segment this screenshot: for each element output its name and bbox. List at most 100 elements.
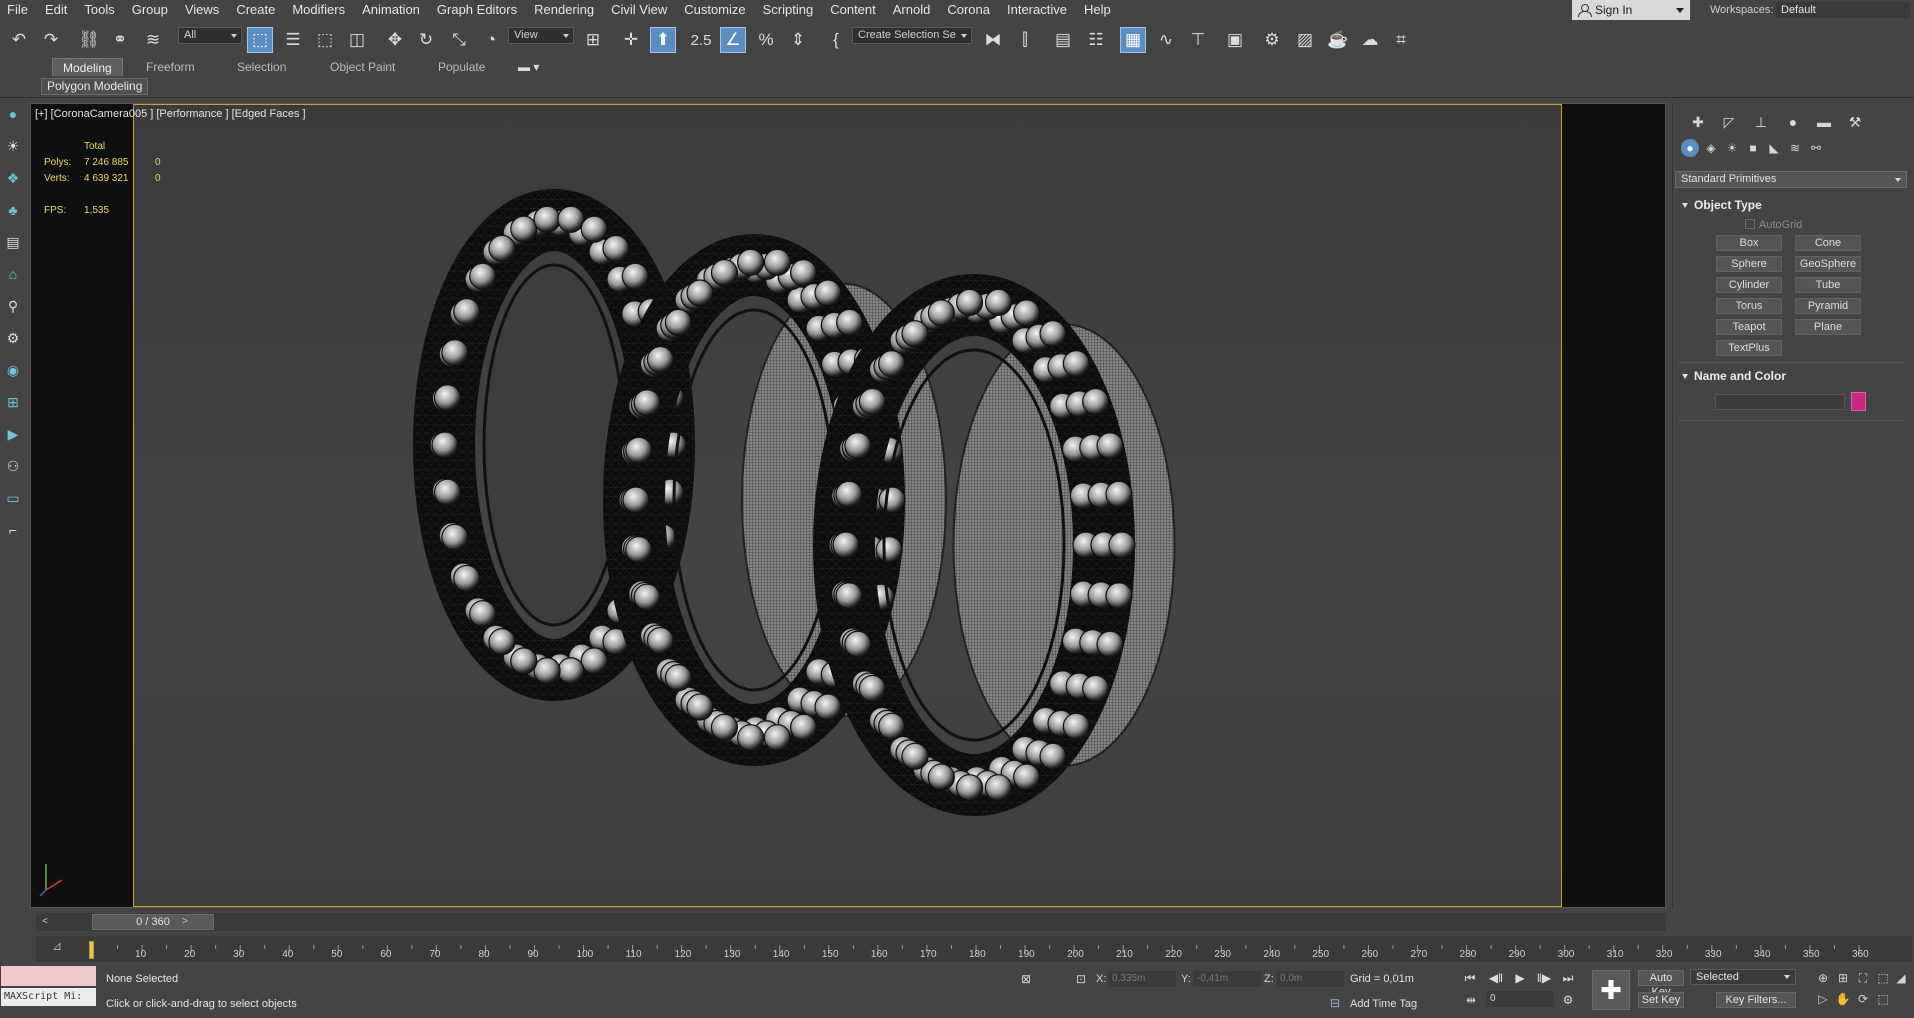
object-name-field[interactable] [1715, 394, 1845, 410]
menu-interactive[interactable]: Interactive [1000, 0, 1077, 20]
previous-frame-button[interactable]: < [38, 914, 52, 930]
walk-through-icon[interactable]: ✋ [1834, 990, 1852, 1008]
textplus-button[interactable]: TextPlus [1716, 340, 1782, 356]
mini-curve-editor-icon[interactable]: ⊿ [52, 939, 68, 957]
create-tab-icon[interactable]: ✚ [1687, 112, 1709, 132]
time-slider-thumb[interactable]: 0 / 360 [92, 914, 214, 930]
select-object-icon[interactable]: ⬚ [247, 27, 273, 53]
lights-icon[interactable]: ☀ [1723, 139, 1741, 157]
menu-modifiers[interactable]: Modifiers [285, 0, 355, 20]
ribbon-options-icon[interactable]: ▬ ▾ [514, 58, 543, 76]
next-key-icon[interactable]: ‖▶ [1534, 968, 1554, 988]
tab-populate[interactable]: Populate [428, 58, 495, 76]
tab-modeling[interactable]: Modeling [52, 58, 123, 76]
link-icon[interactable]: ⛓ [76, 27, 102, 53]
scale-icon[interactable]: ⤡ [446, 27, 472, 53]
select-manipulate-icon[interactable]: ✛ [618, 27, 644, 53]
tab-freeform[interactable]: Freeform [136, 58, 205, 76]
window-crossing-icon[interactable]: ◫ [344, 27, 370, 53]
time-slider[interactable]: < 0 / 360 > [36, 913, 1666, 931]
render-production-icon[interactable]: ☕ [1325, 27, 1351, 53]
object-type-rollout[interactable]: Object Type [1680, 196, 1902, 214]
create-light-icon[interactable]: ● [3, 104, 23, 124]
geosphere-button[interactable]: GeoSphere [1795, 256, 1861, 272]
angle-snap-icon[interactable]: ∠ [720, 27, 746, 53]
sphere-tool-icon[interactable]: ◉ [3, 360, 23, 380]
menu-create[interactable]: Create [229, 0, 285, 20]
time-tag-icon[interactable]: ⊟ [1326, 994, 1344, 1012]
pyramid-button[interactable]: Pyramid [1795, 298, 1861, 314]
space-warps-icon[interactable]: ≋ [1786, 139, 1804, 157]
maxscript-input[interactable]: MAXScript Mi: [1, 988, 96, 1006]
x-coordinate-field[interactable]: 0,335m [1108, 971, 1176, 987]
select-by-name-icon[interactable]: ☰ [280, 27, 306, 53]
add-time-tag-button[interactable]: Add Time Tag [1350, 998, 1417, 1010]
scene-explorer-icon[interactable]: ▤ [1050, 27, 1076, 53]
go-to-start-icon[interactable]: ⏮ [1460, 968, 1480, 988]
menu-file[interactable]: File [0, 0, 38, 20]
spinner-snap-icon[interactable]: ⇕ [785, 27, 811, 53]
menu-arnold[interactable]: Arnold [886, 0, 941, 20]
motion-tab-icon[interactable]: ● [1782, 112, 1804, 132]
corona-toolbar-icon[interactable]: ⌗ [1388, 27, 1414, 53]
edit-named-selection-icon[interactable]: { [823, 27, 849, 53]
menu-group[interactable]: Group [125, 0, 178, 20]
hierarchy-icon[interactable]: ⌂ [3, 264, 23, 284]
zoom-all-icon[interactable]: ⊞ [1834, 969, 1852, 987]
zoom-extents-all-icon[interactable]: ⬚ [1874, 969, 1892, 987]
more-tools-icon[interactable]: ⌐ [3, 520, 23, 540]
utilities-tab-icon[interactable]: ⚒ [1844, 112, 1866, 132]
group-icon[interactable]: ⚇ [3, 456, 23, 476]
keyboard-shortcut-override-icon[interactable]: ⬆ [650, 27, 676, 53]
menu-views[interactable]: Views [178, 0, 229, 20]
current-frame-marker[interactable] [89, 941, 94, 959]
track-bar[interactable] [36, 936, 1912, 962]
set-keys-icon[interactable]: ✚ [1592, 970, 1630, 1010]
move-icon[interactable]: ✥ [382, 27, 408, 53]
menu-graph-editors[interactable]: Graph Editors [430, 0, 527, 20]
schematic-view-icon[interactable]: ⊤ [1185, 27, 1211, 53]
layer-explorer-icon[interactable]: ☷ [1083, 27, 1109, 53]
align-icon[interactable]: ⫿ [1012, 27, 1038, 53]
tube-button[interactable]: Tube [1795, 277, 1861, 293]
teapot-button[interactable]: Teapot [1716, 319, 1782, 335]
z-coordinate-field[interactable]: 0,0m [1276, 971, 1344, 987]
rectangular-selection-icon[interactable]: ⬚ [312, 27, 338, 53]
maximize-viewport-icon[interactable]: ⬚ [1874, 990, 1892, 1008]
orbit-icon[interactable]: ⟳ [1854, 990, 1872, 1008]
bind-space-warp-icon[interactable]: ≋ [140, 27, 166, 53]
object-color-swatch[interactable] [1851, 392, 1866, 411]
cone-button[interactable]: Cone [1795, 235, 1861, 251]
current-frame-field[interactable]: 0 [1486, 991, 1554, 1007]
sign-in-button[interactable]: Sign In [1572, 0, 1690, 20]
cameras-icon[interactable]: ■ [1744, 139, 1762, 157]
set-key-button[interactable]: Set Key [1638, 992, 1684, 1008]
bone-icon[interactable]: ⚲ [3, 296, 23, 316]
frame-icon[interactable]: ▭ [3, 488, 23, 508]
plane-button[interactable]: Plane [1795, 319, 1861, 335]
tree-icon[interactable]: ♣ [3, 200, 23, 220]
render-setup-icon[interactable]: ⚙ [1259, 27, 1285, 53]
menu-scripting[interactable]: Scripting [756, 0, 824, 20]
rendered-frame-window-icon[interactable]: ▨ [1292, 27, 1318, 53]
grid-tool-icon[interactable]: ⊞ [3, 392, 23, 412]
zoom-extents-icon[interactable]: ⛶ [1854, 969, 1872, 987]
undo-icon[interactable]: ↶ [6, 27, 32, 53]
menu-tools[interactable]: Tools [77, 0, 124, 20]
gear-icon[interactable]: ⚙ [3, 328, 23, 348]
key-filters-button[interactable]: Key Filters... [1716, 992, 1796, 1008]
reference-coordinate-dropdown[interactable]: View [508, 27, 574, 44]
go-to-end-icon[interactable]: ⏭ [1558, 968, 1578, 988]
ribbon-toggle-icon[interactable]: ▦ [1120, 27, 1146, 53]
modify-tab-icon[interactable]: ◸ [1718, 112, 1740, 132]
key-selection-dropdown[interactable]: Selected [1690, 969, 1796, 985]
rotate-icon[interactable]: ↻ [413, 27, 439, 53]
viewport-label[interactable]: [+] [CoronaCamera005 ] [Performance ] [E… [35, 108, 306, 120]
play-icon[interactable]: ▶ [1510, 968, 1530, 988]
list-icon[interactable]: ▤ [3, 232, 23, 252]
isolate-selection-icon[interactable]: ⊠ [1017, 970, 1035, 988]
material-editor-icon[interactable]: ▣ [1222, 27, 1248, 53]
shapes-icon[interactable]: ◈ [1702, 139, 1720, 157]
time-configuration-icon[interactable]: ⚙ [1558, 990, 1578, 1010]
auto-key-button[interactable]: Auto Key [1638, 970, 1684, 998]
